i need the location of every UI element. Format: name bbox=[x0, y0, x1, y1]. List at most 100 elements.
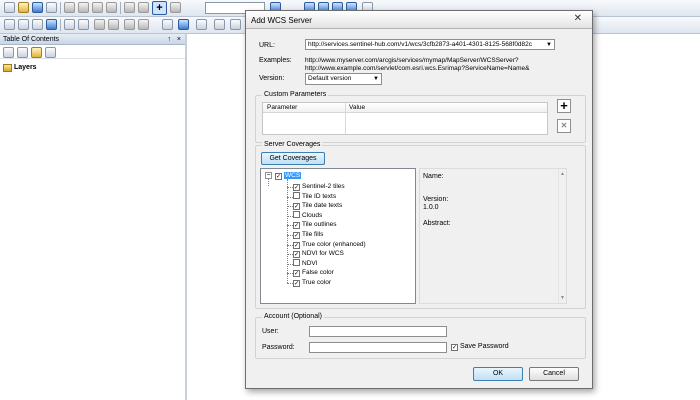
coverage-checkbox[interactable]: ✓ bbox=[293, 251, 300, 259]
table-of-contents-panel: Table Of Contents ↑ × Layers bbox=[0, 34, 187, 400]
pan-icon[interactable] bbox=[32, 19, 43, 30]
version-value: Default version bbox=[308, 75, 352, 82]
coverage-item[interactable]: ✓ True color bbox=[293, 278, 331, 287]
layers-icon bbox=[3, 64, 12, 72]
coverage-info-pane: Name: Version: 1.0.0 Abstract: ▲ ▼ bbox=[419, 168, 567, 304]
list-by-selection-icon[interactable] bbox=[45, 47, 56, 58]
coverage-item[interactable]: NDVI bbox=[293, 258, 318, 268]
coverage-checkbox[interactable] bbox=[293, 191, 300, 199]
info-version-label: Version: bbox=[423, 196, 449, 203]
save-icon[interactable] bbox=[32, 2, 43, 13]
info-scrollbar[interactable]: ▲ ▼ bbox=[558, 169, 566, 303]
parameters-table[interactable]: Parameter Value bbox=[262, 102, 548, 135]
dropdown-arrow-icon[interactable] bbox=[170, 2, 181, 13]
examples-label: Examples: bbox=[259, 57, 292, 64]
coverage-item[interactable]: ✓ Sentinel-2 tiles bbox=[293, 182, 345, 191]
coverage-item[interactable]: ✓ True color (enhanced) bbox=[293, 240, 366, 249]
copy-icon[interactable] bbox=[78, 2, 89, 13]
list-by-drawing-order-icon[interactable] bbox=[3, 47, 14, 58]
fixed-zoom-in-icon[interactable] bbox=[64, 19, 75, 30]
layers-node[interactable]: Layers bbox=[3, 64, 37, 72]
coverage-item[interactable]: Tile ID texts bbox=[293, 191, 336, 201]
coverage-checkbox[interactable]: ✓ bbox=[293, 280, 300, 287]
tree-line bbox=[268, 178, 269, 186]
info-version-value: 1.0.0 bbox=[423, 204, 439, 211]
toolbar-separator bbox=[60, 2, 61, 14]
coverage-item[interactable]: ✓ False color bbox=[293, 268, 334, 278]
coverage-checkbox[interactable]: ✓ bbox=[293, 184, 300, 191]
open-folder-icon[interactable] bbox=[18, 2, 29, 13]
add-data-button[interactable]: + bbox=[152, 1, 167, 15]
list-by-source-icon[interactable] bbox=[17, 47, 28, 58]
chevron-down-icon[interactable]: ▼ bbox=[546, 40, 552, 49]
pin-icon[interactable]: ↑ bbox=[168, 34, 172, 45]
add-parameter-button[interactable]: + bbox=[557, 99, 571, 113]
measure-icon[interactable] bbox=[214, 19, 225, 30]
print-icon[interactable] bbox=[46, 2, 57, 13]
scroll-down-icon[interactable]: ▼ bbox=[560, 295, 565, 301]
cancel-button[interactable]: Cancel bbox=[529, 367, 579, 381]
coverage-label: Tile date texts bbox=[302, 202, 343, 210]
paste-icon[interactable] bbox=[92, 2, 103, 13]
coverage-checkbox[interactable] bbox=[293, 210, 300, 218]
ok-button[interactable]: OK bbox=[473, 367, 523, 381]
server-coverages-title: Server Coverages bbox=[262, 141, 323, 148]
coverage-label: Tile outlines bbox=[302, 221, 337, 229]
toolbar-separator bbox=[60, 19, 61, 31]
zoom-in-icon[interactable] bbox=[4, 19, 15, 30]
save-password-option[interactable]: ✓ Save Password bbox=[451, 343, 509, 351]
forward-arrow-icon[interactable] bbox=[108, 19, 119, 30]
coverage-item[interactable]: ✓ Tile date texts bbox=[293, 201, 343, 211]
fixed-zoom-out-icon[interactable] bbox=[78, 19, 89, 30]
coverage-item[interactable]: Clouds bbox=[293, 210, 322, 220]
collapse-icon[interactable]: − bbox=[265, 172, 272, 179]
full-extent-icon[interactable] bbox=[46, 19, 57, 30]
redo-icon[interactable] bbox=[138, 2, 149, 13]
url-label: URL: bbox=[259, 42, 275, 49]
parameter-column-header: Parameter bbox=[267, 104, 298, 111]
account-title: Account (Optional) bbox=[262, 313, 324, 320]
delete-icon[interactable] bbox=[106, 2, 117, 13]
version-select[interactable]: Default version ▼ bbox=[305, 73, 382, 85]
get-coverages-button[interactable]: Get Coverages bbox=[261, 152, 325, 165]
back-arrow-icon[interactable] bbox=[94, 19, 105, 30]
hyperlink-icon[interactable] bbox=[230, 19, 241, 30]
coverage-checkbox[interactable]: ✓ bbox=[293, 222, 300, 230]
undo-icon[interactable] bbox=[124, 2, 135, 13]
remove-parameter-button[interactable]: ✕ bbox=[557, 119, 571, 133]
identify-icon[interactable] bbox=[178, 19, 189, 30]
save-password-checkbox[interactable]: ✓ bbox=[451, 344, 458, 351]
user-input[interactable] bbox=[309, 326, 447, 337]
dialog-title-bar: Add WCS Server ✕ bbox=[246, 11, 592, 29]
add-wcs-server-dialog: Add WCS Server ✕ URL: http://services.se… bbox=[245, 10, 593, 389]
list-by-visibility-icon[interactable] bbox=[31, 47, 42, 58]
info-abstract-label: Abstract: bbox=[423, 220, 451, 227]
find-icon[interactable] bbox=[196, 19, 207, 30]
cut-icon[interactable] bbox=[64, 2, 75, 13]
parameters-table-header bbox=[263, 103, 547, 113]
tree-node-wcs[interactable]: ✓ WCS bbox=[275, 171, 302, 180]
close-icon[interactable]: × bbox=[177, 34, 181, 45]
coverage-checkbox[interactable]: ✓ bbox=[293, 232, 300, 239]
clear-selection-icon[interactable] bbox=[138, 19, 149, 30]
password-input[interactable] bbox=[309, 342, 447, 353]
new-document-icon[interactable] bbox=[4, 2, 15, 13]
select-features-icon[interactable] bbox=[124, 19, 135, 30]
close-icon[interactable]: ✕ bbox=[574, 13, 582, 24]
scroll-up-icon[interactable]: ▲ bbox=[560, 171, 565, 177]
url-combo[interactable]: http://services.sentinel-hub.com/v1/wcs/… bbox=[305, 39, 555, 50]
checkbox-wcs[interactable]: ✓ bbox=[275, 173, 282, 180]
zoom-out-icon[interactable] bbox=[18, 19, 29, 30]
coverage-item[interactable]: ✓ Tile outlines bbox=[293, 220, 337, 230]
coverage-item[interactable]: ✓ NDVI for WCS bbox=[293, 249, 344, 259]
select-elements-icon[interactable] bbox=[162, 19, 173, 30]
custom-parameters-title: Custom Parameters bbox=[262, 91, 329, 98]
password-label: Password: bbox=[262, 344, 295, 351]
chevron-down-icon[interactable]: ▼ bbox=[373, 74, 379, 84]
coverage-checkbox[interactable]: ✓ bbox=[293, 203, 300, 211]
coverage-checkbox[interactable] bbox=[293, 258, 300, 266]
coverage-checkbox[interactable]: ✓ bbox=[293, 270, 300, 278]
coverages-tree[interactable]: − ✓ WCS ✓ Sentinel-2 tiles Tile ID texts ✓ Ti… bbox=[260, 168, 416, 304]
coverage-checkbox[interactable]: ✓ bbox=[293, 241, 300, 249]
coverage-item[interactable]: ✓ Tile fills bbox=[293, 230, 323, 239]
